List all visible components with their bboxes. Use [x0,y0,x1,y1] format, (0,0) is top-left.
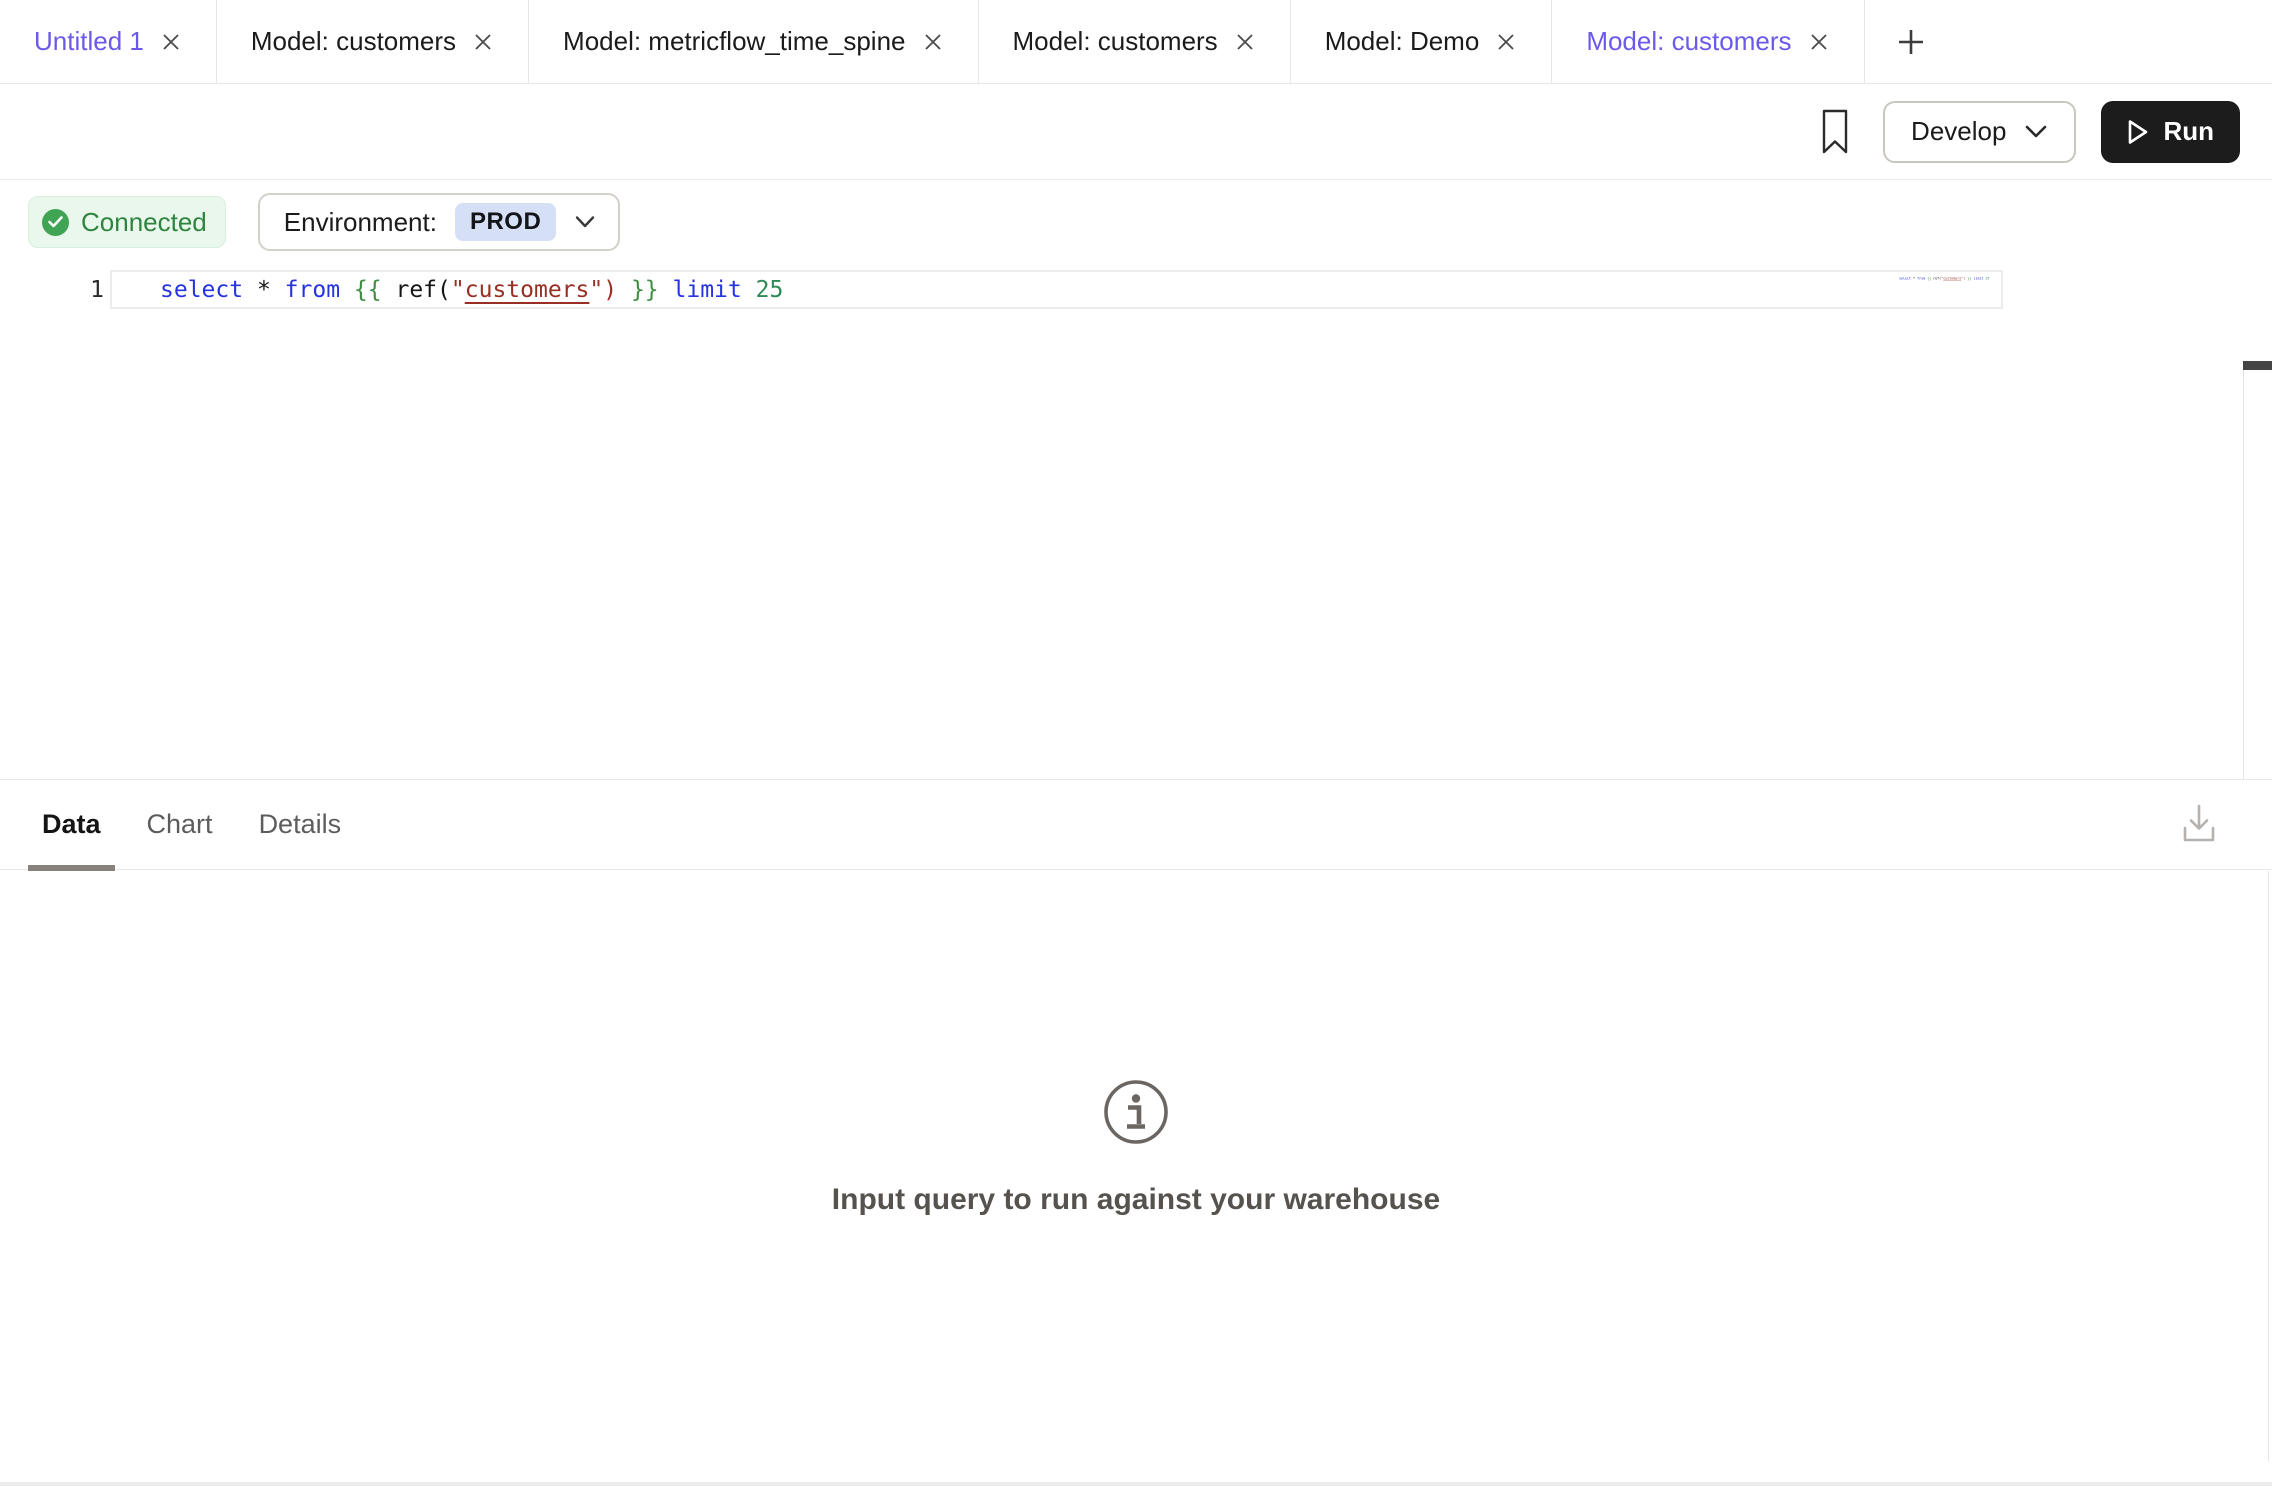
bottom-divider [0,1482,2272,1486]
environment-value-pill: PROD [455,203,556,241]
tab-label: Model: customers [1013,26,1218,57]
tab-details[interactable]: Details [245,780,356,870]
editor-scrollbar-thumb[interactable] [2243,361,2272,370]
tab-model-demo[interactable]: Model: Demo [1291,0,1553,83]
empty-state-message: Input query to run against your warehous… [832,1183,1440,1217]
code-token [340,277,354,303]
tab-model-customers-1[interactable]: Model: customers [217,0,529,83]
code-token: from [1917,277,1925,281]
tab-model-metricflow-time-spine[interactable]: Model: metricflow_time_spine [529,0,978,83]
toolbar: Develop Run [0,84,2272,180]
tab-data[interactable]: Data [28,780,115,870]
code-token [271,277,285,303]
editor-tab-bar: Untitled 1 Model: customers Model: metri… [0,0,2272,84]
results-panel: Data Chart Details Input que [0,780,2272,1485]
plus-icon [1895,26,1927,58]
app-window: Untitled 1 Model: customers Model: metri… [0,0,2272,1486]
code-token: from [285,277,340,303]
tab-model-customers-3[interactable]: Model: customers [1552,0,1864,83]
code-token: 25 [756,277,784,303]
code-token: ref [395,277,437,303]
run-button[interactable]: Run [2101,101,2240,163]
connection-status-label: Connected [81,207,207,238]
code-token: * [257,277,271,303]
close-icon[interactable] [1234,31,1256,53]
tab-label: Model: metricflow_time_spine [563,26,905,57]
results-scrollbar-track [2268,871,2269,1461]
chevron-down-icon [574,215,596,229]
results-empty-state: Input query to run against your warehous… [0,888,2272,1408]
tab-chart[interactable]: Chart [133,780,227,870]
code-token: " [451,277,465,303]
code-token: limit [673,277,742,303]
connection-status-badge: Connected [28,196,226,248]
tab-untitled-1[interactable]: Untitled 1 [0,0,217,83]
tab-label: Model: Demo [1325,26,1480,57]
close-icon[interactable] [472,31,494,53]
code-token: limit [1973,277,1983,281]
develop-button[interactable]: Develop [1883,101,2076,163]
minimap: select * from {{ ref("customers") }} lim… [1899,269,1989,288]
new-tab-button[interactable] [1865,0,1957,83]
bookmark-icon [1821,109,1849,155]
code-token: ( [437,277,451,303]
close-icon[interactable] [1808,31,1830,53]
code-token [382,277,396,303]
code-token: select [1899,277,1911,281]
line-number: 1 [90,277,104,303]
line-number-gutter: 1 [0,272,110,307]
code-editor[interactable]: 1 select * from {{ ref("customers") }} l… [0,270,2272,690]
bookmark-button[interactable] [1821,109,1849,155]
results-tab-label: Chart [147,809,213,840]
code-token [243,277,257,303]
active-line[interactable]: select * from {{ ref("customers") }} lim… [110,270,2003,309]
download-button[interactable] [2182,804,2216,849]
info-icon [1103,1079,1169,1145]
close-icon[interactable] [922,31,944,53]
minimap-code: select * from {{ ref("customers") }} lim… [1899,277,1989,281]
environment-label: Environment: [284,207,437,238]
editor-pane: Connected Environment: PROD 1 select * f… [0,180,2272,780]
tab-label: Untitled 1 [34,26,144,57]
tab-model-customers-2[interactable]: Model: customers [979,0,1291,83]
code-token [617,277,631,303]
tab-label: Model: customers [1586,26,1791,57]
status-row: Connected Environment: PROD [0,180,2272,250]
code-line: select * from {{ ref("customers") }} lim… [160,277,783,303]
close-icon[interactable] [160,31,182,53]
play-icon [2127,119,2149,145]
develop-button-label: Develop [1911,116,2006,147]
code-token: 25 [1985,277,1989,281]
results-tab-label: Details [259,809,342,840]
check-circle-icon [42,209,69,236]
code-token [659,277,673,303]
code-token-ref-link[interactable]: customers [1943,277,1961,281]
code-token [742,277,756,303]
code-token: " [589,277,603,303]
code-token: ) [603,277,617,303]
results-tab-label: Data [42,809,101,840]
results-tab-bar: Data Chart Details [0,780,2272,870]
environment-selector[interactable]: Environment: PROD [258,193,621,251]
code-token-ref-link[interactable]: customers [465,277,590,303]
download-icon [2182,804,2216,844]
close-icon[interactable] [1495,31,1517,53]
code-token: }} [631,277,659,303]
chevron-down-icon [2024,124,2048,140]
run-button-label: Run [2163,116,2214,147]
code-token: select [160,277,243,303]
code-token: {{ [354,277,382,303]
tab-label: Model: customers [251,26,456,57]
